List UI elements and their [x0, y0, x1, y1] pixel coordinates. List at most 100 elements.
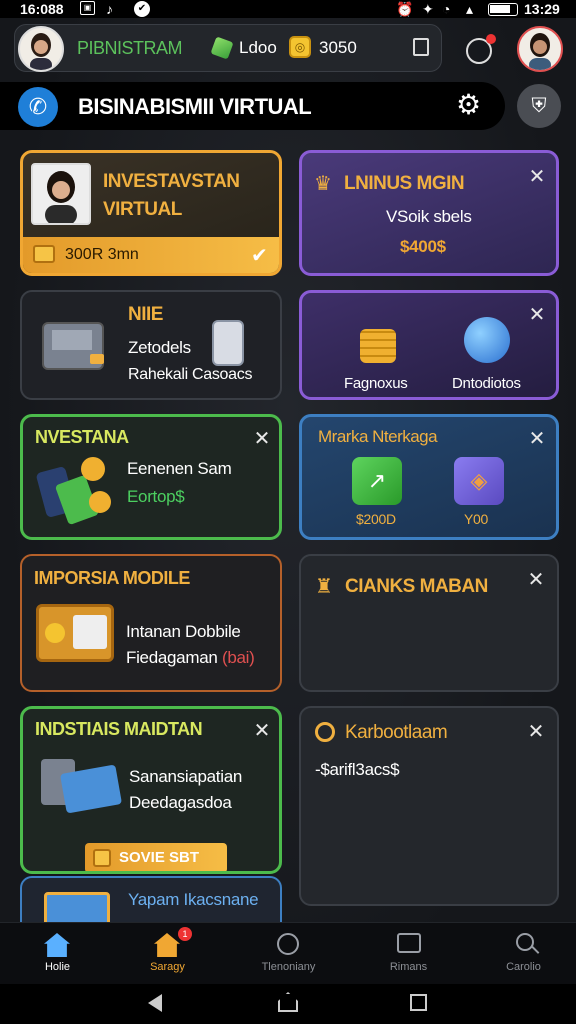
card-line2: Rahekali Casoacs — [128, 366, 253, 383]
shop-icon — [154, 933, 180, 957]
close-icon[interactable]: ✕ — [251, 721, 273, 741]
nav-home[interactable]: Holie — [0, 923, 115, 985]
page-title: BISINABISMII VIRTUAL — [78, 94, 312, 119]
button-label: SOVIE SBT — [119, 849, 200, 866]
close-icon[interactable]: ✕ — [526, 429, 548, 449]
wifi-icon: ◔ — [442, 1, 451, 17]
app-screen: { "status_bar":{"time_left":"16:088","ti… — [0, 0, 576, 1024]
card-niie[interactable]: NIIE Zetodels Rahekali Casoacs — [20, 290, 282, 400]
card-line2: Deedagasdoa — [129, 793, 232, 812]
nav-label: Saragy — [150, 961, 185, 973]
bottom-nav: Holie 1 Saragy Tlenoniany Rimans Carolio — [0, 922, 576, 984]
status-time: 16:088 — [20, 1, 64, 17]
nav-label: Rimans — [389, 961, 428, 973]
chat-icon: ✔ — [134, 1, 150, 17]
alarm-icon: ⏰ — [396, 1, 414, 17]
investor-portrait — [31, 163, 91, 225]
close-icon[interactable]: ✕ — [526, 167, 548, 187]
growth-app-icon[interactable]: ↗ — [352, 457, 402, 505]
card-line2: Eortop$ — [127, 487, 185, 506]
card-nvestana[interactable]: NVESTANA ✕ Eenenen Sam Eortop$ — [20, 414, 282, 540]
friend-avatar[interactable] — [517, 26, 563, 72]
card-fagnoxus[interactable]: ✕ Fagnoxus Dntodiotos — [299, 290, 559, 400]
item-price: Y00 — [464, 511, 489, 527]
bag-icon[interactable] — [413, 38, 429, 56]
notification-icon: ▣ — [80, 1, 95, 15]
card-line1: Zetodels — [128, 338, 191, 357]
music-icon: ♪ — [106, 1, 113, 17]
shield-button[interactable]: ⛨ — [517, 84, 561, 128]
battery-icon — [488, 3, 518, 16]
card-title: NVESTANA — [35, 427, 129, 447]
home-nav-icon[interactable] — [278, 992, 298, 1012]
close-icon[interactable]: ✕ — [525, 722, 547, 742]
card-subtitle: VSoik sbels — [386, 207, 472, 226]
card-mrarka-nterkaga[interactable]: Mrarka Nterkaga ✕ ↗ ◈ $200D Y00 — [299, 414, 559, 540]
app-name: PIBNISTRAM — [77, 38, 183, 58]
card-lninus-mgin[interactable]: ♛ LNINUS MGIN ✕ VSoik sbels $400$ — [299, 150, 559, 276]
timer-icon — [277, 933, 299, 955]
save-bet-button[interactable]: SOVIE SBT — [85, 843, 227, 871]
feature-label: Fagnoxus — [344, 375, 408, 392]
card-title: INVESTAVSTAN — [103, 171, 240, 192]
search-icon-handle — [531, 946, 540, 954]
gem-count: Ldoo — [239, 38, 277, 57]
card-industiais-maidtan[interactable]: INDSTIAIS MAIDTAN ✕ Sanansiapatian Deeda… — [20, 706, 282, 874]
card-title: LNINUS MGIN — [344, 173, 465, 194]
nav-rimans[interactable]: Rimans — [351, 923, 466, 985]
card-investavstan-virtual[interactable]: INVESTAVSTAN VIRTUAL 300R 3mn ✔ — [20, 150, 282, 276]
card-amount: $400$ — [400, 237, 446, 256]
card-line1: Intanan Dobbile — [126, 622, 241, 641]
cash-register-icon — [41, 749, 123, 815]
feature-label: Dntodiotos — [452, 375, 521, 392]
card-line1: Eenenen Sam — [127, 459, 232, 478]
card-karbootlaam[interactable]: Karbootlaam ✕ -$arifl3acs$ — [299, 706, 559, 906]
profile-avatar[interactable] — [18, 26, 64, 72]
nav-carolio[interactable]: Carolio — [466, 923, 576, 985]
card-title: NIIE — [128, 304, 163, 325]
coin-stack-icon — [356, 319, 400, 363]
card-title: INDSTIAIS MAIDTAN — [35, 719, 203, 739]
phone-device-icon — [212, 320, 244, 366]
card-title-line2: VIRTUAL — [103, 199, 182, 220]
nav-tlenoniany[interactable]: Tlenoniany — [231, 923, 346, 985]
notification-bell-button[interactable] — [466, 34, 496, 64]
back-icon[interactable] — [148, 994, 162, 1012]
atm-machine-icon — [42, 316, 106, 372]
settings-icon[interactable]: ⚙ — [456, 90, 481, 120]
recents-icon[interactable] — [410, 994, 427, 1011]
card-footer[interactable]: 300R 3mn ✔ — [23, 237, 279, 273]
card-title: Yapam Ikacsnane — [128, 890, 259, 909]
nav-label: Tlenoniany — [261, 961, 316, 973]
close-icon[interactable]: ✕ — [251, 429, 273, 449]
title-bar: ✆ BISINABISMII VIRTUAL ⚙ — [0, 82, 505, 130]
card-text: -$arifl3acs$ — [315, 760, 400, 779]
gold-bar-icon — [93, 849, 111, 867]
close-icon[interactable]: ✕ — [526, 305, 548, 325]
badge-icon — [315, 722, 335, 742]
tv-icon — [397, 933, 421, 953]
coin-icon: ◎ — [289, 36, 311, 58]
coin-count: 3050 — [319, 38, 357, 57]
signal-icon: ▴ — [466, 1, 474, 17]
card-title: Karbootlaam — [345, 722, 448, 743]
close-icon[interactable]: ✕ — [525, 570, 547, 590]
status-clock: 13:29 — [524, 1, 560, 17]
check-icon: ✔ — [251, 245, 268, 267]
card-line2: Fiedagaman (bai) — [126, 648, 255, 667]
card-imporsia-modile[interactable]: IMPORSIA MODILE Intanan Dobbile Fiedagam… — [20, 554, 282, 692]
card-title: CIANKS MABAN — [345, 576, 488, 597]
globe-icon — [464, 317, 510, 363]
footer-label: 300R 3mn — [65, 246, 139, 263]
home-icon — [44, 933, 70, 957]
item-price: $200D — [356, 511, 396, 527]
photo-frame-icon — [36, 604, 114, 662]
nav-label: Holie — [44, 961, 71, 973]
tag-app-icon[interactable]: ◈ — [454, 457, 504, 505]
card-cianks-maban[interactable]: ♜ CIANKS MABAN ✕ — [299, 554, 559, 692]
gem-icon — [210, 36, 234, 60]
phone-button[interactable]: ✆ — [18, 87, 58, 127]
card-title: IMPORSIA MODILE — [34, 568, 190, 588]
card-title: Mrarka Nterkaga — [318, 427, 438, 446]
nav-saragy[interactable]: 1 Saragy — [110, 923, 225, 985]
